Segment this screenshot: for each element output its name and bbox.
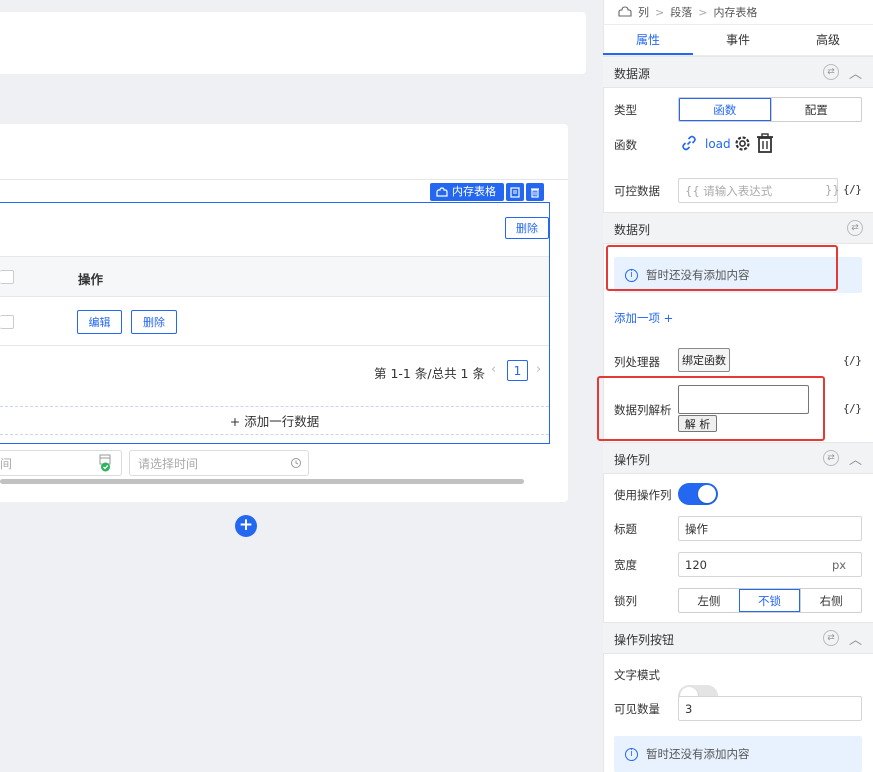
swap-icon[interactable]: ⇄ (823, 630, 839, 646)
add-component-button[interactable]: + (235, 515, 257, 537)
selection-tag[interactable]: 内存表格 (430, 183, 504, 201)
trash-icon[interactable] (526, 183, 544, 201)
formula-icon[interactable]: {/} (843, 402, 862, 415)
text-mode-label: 文字模式 (614, 668, 660, 682)
type-option-function[interactable]: 函数 (679, 98, 771, 121)
date-input[interactable]: 间 (0, 450, 122, 476)
header-checkbox[interactable] (0, 270, 14, 284)
swap-icon[interactable]: ⇄ (823, 450, 839, 466)
chevron-up-icon[interactable]: ︿ (849, 63, 862, 82)
lock-option-right[interactable]: 右侧 (800, 589, 861, 612)
horizontal-scrollbar[interactable] (0, 479, 524, 484)
copy-icon[interactable] (506, 183, 524, 201)
pager-current[interactable]: 1 (507, 360, 528, 381)
selection-toolbar: 内存表格 (430, 183, 544, 201)
formula-icon[interactable]: {/} (843, 183, 862, 196)
selection-tag-label: 内存表格 (452, 185, 496, 198)
table-row: 编辑 删除 (0, 297, 549, 346)
action-buttons-empty-info: i 暂时还没有添加内容 (614, 736, 862, 772)
tab-advanced[interactable]: 高级 (783, 25, 873, 55)
breadcrumb: 列 > 段落 > 内存表格 (618, 4, 757, 20)
card-divider (0, 179, 568, 180)
lock-option-left[interactable]: 左侧 (679, 589, 739, 612)
chevron-up-icon[interactable]: ︿ (849, 449, 862, 468)
component-icon (436, 186, 448, 197)
section-title: 操作列按钮 (614, 633, 675, 647)
lock-option-none[interactable]: 不锁 (738, 589, 801, 612)
info-icon: i (625, 747, 638, 761)
pager-next-icon[interactable]: › (536, 362, 541, 377)
controlled-data-placeholder: {{ 请输入表达式 (685, 183, 773, 198)
breadcrumb-separator: > (655, 5, 665, 19)
controlled-data-label: 可控数据 (614, 184, 660, 198)
type-segmented: 函数 配置 (678, 97, 862, 122)
section-title: 操作列 (614, 453, 651, 467)
time-input[interactable]: 请选择时间 (129, 450, 309, 476)
breadcrumb-item[interactable]: 段落 (670, 4, 692, 20)
type-option-config[interactable]: 配置 (770, 98, 862, 121)
section-title: 数据源 (614, 67, 651, 81)
table-header: 操作 (0, 256, 549, 297)
visible-count-input[interactable]: 3 (678, 696, 862, 721)
trash-icon[interactable] (756, 133, 774, 156)
time-placeholder: 请选择时间 (138, 456, 199, 471)
pager-summary: 第 1-1 条/总共 1 条 (374, 366, 485, 381)
breadcrumb-item[interactable]: 列 (638, 4, 649, 20)
column-handler-label: 列处理器 (614, 355, 660, 369)
row-edit-button[interactable]: 编辑 (77, 310, 122, 334)
toolbar-delete-button[interactable]: 删除 (505, 217, 549, 239)
action-title-value: 操作 (685, 521, 708, 536)
toggle-knob (698, 485, 716, 503)
width-unit: px (832, 558, 847, 572)
function-name-link[interactable]: load (705, 137, 731, 151)
width-label: 宽度 (614, 558, 637, 572)
date-placeholder: 间 (0, 456, 13, 471)
empty-info-text: 暂时还没有添加内容 (646, 747, 750, 761)
action-title-label: 标题 (614, 522, 637, 536)
swap-icon[interactable]: ⇄ (847, 220, 863, 236)
highlight-box (597, 376, 825, 441)
gear-icon[interactable] (733, 134, 752, 156)
width-value: 120 (685, 557, 707, 572)
formula-icon[interactable]: {/} (843, 354, 862, 367)
use-action-col-label: 使用操作列 (614, 488, 672, 502)
clock-icon (290, 457, 302, 472)
highlight-box (606, 245, 838, 291)
use-action-col-toggle[interactable] (678, 483, 718, 505)
breadcrumb-separator: > (698, 5, 708, 19)
section-action-buttons-header[interactable]: 操作列按钮 ⇄ ︿ (603, 622, 873, 654)
section-title: 数据列 (614, 223, 651, 237)
header-action: 操作 (78, 272, 104, 287)
top-block (0, 12, 586, 74)
action-title-input[interactable]: 操作 (678, 516, 862, 541)
expression-close-brace: }} (825, 183, 840, 197)
type-label: 类型 (614, 103, 637, 117)
section-datacols-header[interactable]: 数据列 ⇄ (603, 212, 873, 244)
width-input[interactable]: 120 px (678, 552, 862, 577)
pager-prev-icon[interactable]: ‹ (491, 362, 496, 377)
tab-events[interactable]: 事件 (693, 25, 783, 55)
add-item-link[interactable]: 添加一项 + (614, 310, 673, 326)
panel-tabs: 属性 事件 高级 (603, 24, 873, 56)
visible-count-label: 可见数量 (614, 702, 660, 716)
row-checkbox[interactable] (0, 315, 14, 329)
lock-col-label: 锁列 (614, 594, 637, 608)
tab-properties[interactable]: 属性 (603, 25, 693, 55)
chevron-up-icon[interactable]: ︿ (849, 629, 862, 648)
lock-col-segmented: 左侧 不锁 右侧 (678, 588, 862, 613)
function-label: 函数 (614, 138, 637, 152)
component-icon (618, 6, 632, 17)
section-action-col-header[interactable]: 操作列 ⇄ ︿ (603, 442, 873, 474)
bind-function-button[interactable]: 绑定函数 (678, 348, 730, 372)
visible-count-value: 3 (685, 701, 693, 716)
section-datasource-header[interactable]: 数据源 ⇄ ︿ (603, 56, 873, 88)
swap-icon[interactable]: ⇄ (823, 64, 839, 80)
add-row-label: + 添加一行数据 (229, 414, 320, 429)
calendar-check-icon (99, 454, 112, 475)
add-row-button[interactable]: + 添加一行数据 (0, 406, 549, 435)
controlled-data-input[interactable]: {{ 请输入表达式 }} (678, 178, 840, 203)
row-delete-button[interactable]: 删除 (131, 310, 177, 334)
breadcrumb-item[interactable]: 内存表格 (713, 4, 757, 20)
link-icon[interactable] (680, 134, 698, 155)
